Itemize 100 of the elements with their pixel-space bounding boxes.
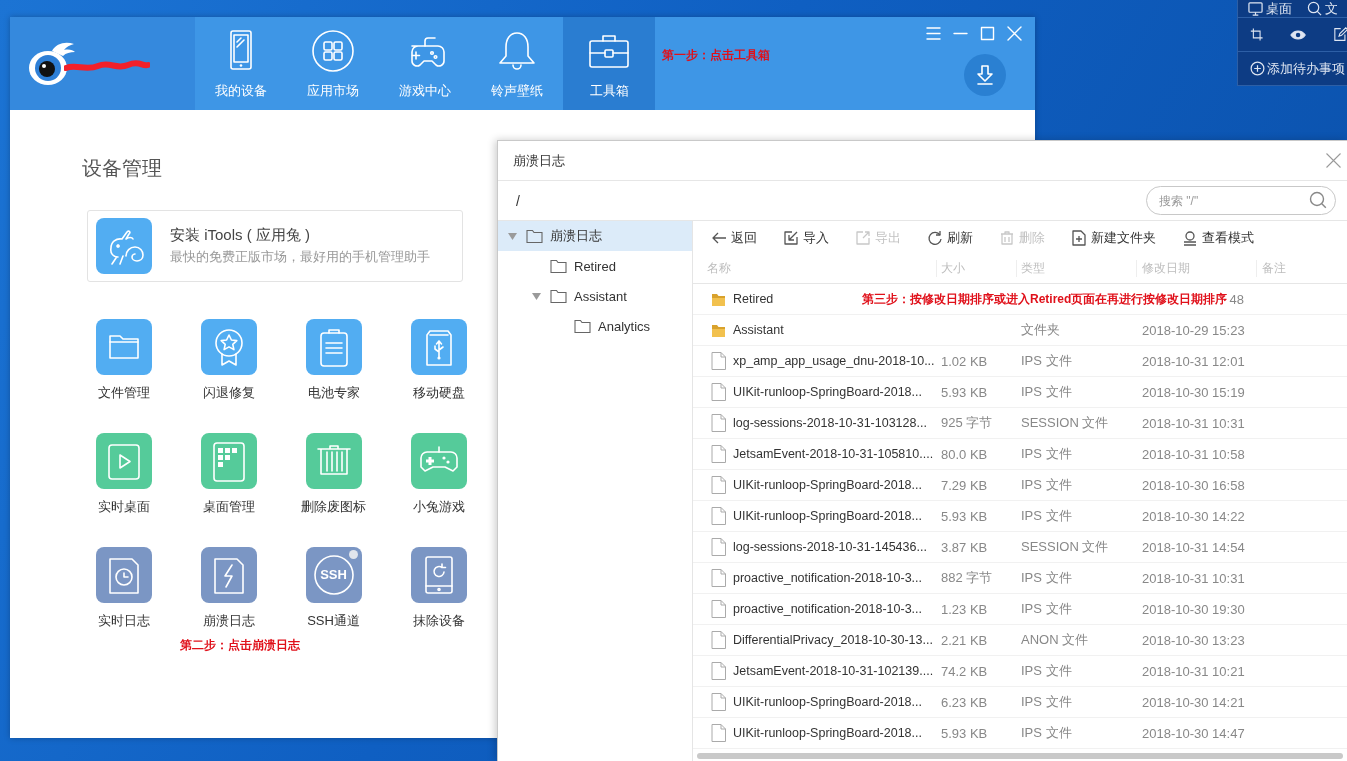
file-size: 5.93 KB	[941, 384, 988, 400]
tool-button[interactable]: 抹除设备	[386, 547, 491, 630]
monitor-icon	[1248, 1, 1263, 16]
menu-icon[interactable]	[925, 25, 942, 42]
toolbar-button[interactable]: 新建文件夹	[1071, 228, 1156, 247]
file-name[interactable]: proactive_notification-2018-10-3...	[733, 602, 922, 616]
file-name[interactable]: xp_amp_app_usage_dnu-2018-10...	[733, 354, 935, 368]
file-type: SESSION 文件	[1021, 538, 1109, 556]
card-subtitle: 最快的免费正版市场，最好用的手机管理助手	[170, 248, 430, 266]
dialog-title: 崩溃日志	[513, 151, 565, 170]
close-icon[interactable]	[1326, 153, 1341, 168]
modified-date: 2018-10-31 14:54	[1142, 539, 1245, 555]
tool-button[interactable]: 桌面管理	[176, 433, 281, 516]
refresh-icon	[927, 229, 943, 246]
file-name[interactable]: UIKit-runloop-SpringBoard-2018...	[733, 385, 922, 399]
widget-button[interactable]: 文	[1307, 0, 1338, 18]
eye-icon[interactable]	[1290, 28, 1307, 41]
toolbar-button[interactable]: 查看模式	[1182, 228, 1254, 247]
modified-date: 2018-10-30 14:21	[1142, 694, 1245, 710]
toolbar-button[interactable]: 导入	[783, 228, 829, 247]
tree-item[interactable]: 崩溃日志	[498, 221, 692, 251]
file-name[interactable]: Retired	[733, 292, 774, 306]
annotation-text: 第一步：点击工具箱	[662, 47, 770, 64]
file-type: IPS 文件	[1021, 662, 1072, 680]
file-name[interactable]: Assistant	[733, 323, 784, 337]
file-type: IPS 文件	[1021, 352, 1072, 370]
toolbar-button[interactable]: 刷新	[927, 228, 973, 247]
file-icon	[711, 445, 726, 463]
file-size: 3.87 KB	[941, 539, 988, 555]
folder-icon	[574, 318, 591, 334]
tool-button[interactable]: 闪退修复	[176, 319, 281, 402]
file-name[interactable]: log-sessions-2018-10-31-145436...	[733, 540, 927, 554]
tool-button[interactable]: 小兔游戏	[386, 433, 491, 516]
modified-date: 2018-10-30 19:30	[1142, 601, 1245, 617]
file-size: 5.93 KB	[941, 508, 988, 524]
tool-button[interactable]: 文件管理	[71, 319, 176, 402]
file-type: IPS 文件	[1021, 600, 1072, 618]
file-name[interactable]: UIKit-runloop-SpringBoard-2018...	[733, 695, 922, 709]
import-icon	[783, 229, 799, 246]
file-type: IPS 文件	[1021, 569, 1072, 587]
card-title: 安装 iTools ( 应用兔 )	[170, 226, 311, 245]
file-icon	[711, 507, 726, 525]
file-name[interactable]: UIKit-runloop-SpringBoard-2018...	[733, 726, 922, 740]
modified-date: 2018-10-30 14:22	[1142, 508, 1245, 524]
tool-button[interactable]: 删除废图标	[281, 433, 386, 516]
tool-button[interactable]: 崩溃日志	[176, 547, 281, 630]
install-card[interactable]: 安装 iTools ( 应用兔 ) 最快的免费正版市场，最好用的手机管理助手	[87, 210, 463, 282]
edit-icon[interactable]	[1333, 27, 1347, 42]
tool-button[interactable]: 实时日志	[71, 547, 176, 630]
caret-icon[interactable]	[508, 232, 517, 240]
download-button[interactable]	[964, 54, 1006, 96]
modified-date: 2018-10-31 10:58	[1142, 446, 1245, 462]
icon-text: SSH	[319, 566, 348, 584]
file-icon	[711, 476, 726, 494]
file-name[interactable]: JetsamEvent-2018-10-31-102139....	[733, 664, 934, 678]
caret-icon[interactable]	[532, 292, 541, 300]
search-icon	[1307, 1, 1322, 16]
file-size: 74.2 KB	[941, 663, 988, 679]
file-name[interactable]: UIKit-runloop-SpringBoard-2018...	[733, 478, 922, 492]
tree-item[interactable]: Assistant	[498, 281, 692, 311]
file-type: 文件夹	[1021, 321, 1060, 339]
file-name[interactable]: proactive_notification-2018-10-3...	[733, 571, 922, 585]
file-icon	[711, 600, 726, 618]
toolbar-button[interactable]: 返回	[711, 228, 757, 247]
tree-item[interactable]: Retired	[498, 251, 692, 281]
annotation-text: 第三步：按修改日期排序或进入Retired页面在再进行按修改日期排序	[862, 291, 1228, 308]
folder-icon	[711, 322, 726, 338]
nav-tab[interactable]: 工具箱	[563, 17, 655, 110]
file-name[interactable]: DifferentialPrivacy_2018-10-30-13...	[733, 633, 933, 647]
file-icon	[711, 631, 726, 649]
add-todo-button[interactable]: 添加待办事项	[1250, 59, 1345, 78]
modified-date: 2018-10-31 12:01	[1142, 353, 1245, 369]
file-name[interactable]: JetsamEvent-2018-10-31-105810....	[733, 447, 934, 461]
modified-date: 2018-10-30 16:58	[1142, 477, 1245, 493]
tool-button[interactable]: 电池专家	[281, 319, 386, 402]
search-icon[interactable]	[1309, 191, 1327, 209]
file-type: IPS 文件	[1021, 476, 1072, 494]
file-name[interactable]: log-sessions-2018-10-31-103128...	[733, 416, 927, 430]
modified-date: 2018-10-30 15:19	[1142, 384, 1245, 400]
modified-date: 2018-10-30 14:47	[1142, 725, 1245, 741]
tree-item[interactable]: Analytics	[498, 311, 692, 341]
file-type: SESSION 文件	[1021, 414, 1109, 432]
widget-button[interactable]: 桌面	[1248, 0, 1292, 18]
app-grid-icon	[311, 29, 355, 73]
rabbit-icon	[96, 218, 152, 274]
section-title: 设备管理	[82, 156, 162, 180]
crop-icon[interactable]	[1250, 27, 1264, 42]
tool-button[interactable]: SSH SSH通道	[281, 547, 386, 630]
search-field[interactable]: 搜索 "/"	[1146, 186, 1336, 215]
modified-date: 48	[1229, 291, 1244, 307]
tool-button[interactable]: 移动硬盘	[386, 319, 491, 402]
maximize-icon[interactable]	[979, 25, 996, 42]
file-size: 1.23 KB	[941, 601, 988, 617]
file-icon	[711, 569, 726, 587]
file-icon	[711, 352, 726, 370]
tool-button[interactable]: 实时桌面	[71, 433, 176, 516]
file-size: 6.23 KB	[941, 694, 988, 710]
scrollbar[interactable]	[697, 753, 1343, 759]
file-icon	[711, 414, 726, 432]
file-name[interactable]: UIKit-runloop-SpringBoard-2018...	[733, 509, 922, 523]
